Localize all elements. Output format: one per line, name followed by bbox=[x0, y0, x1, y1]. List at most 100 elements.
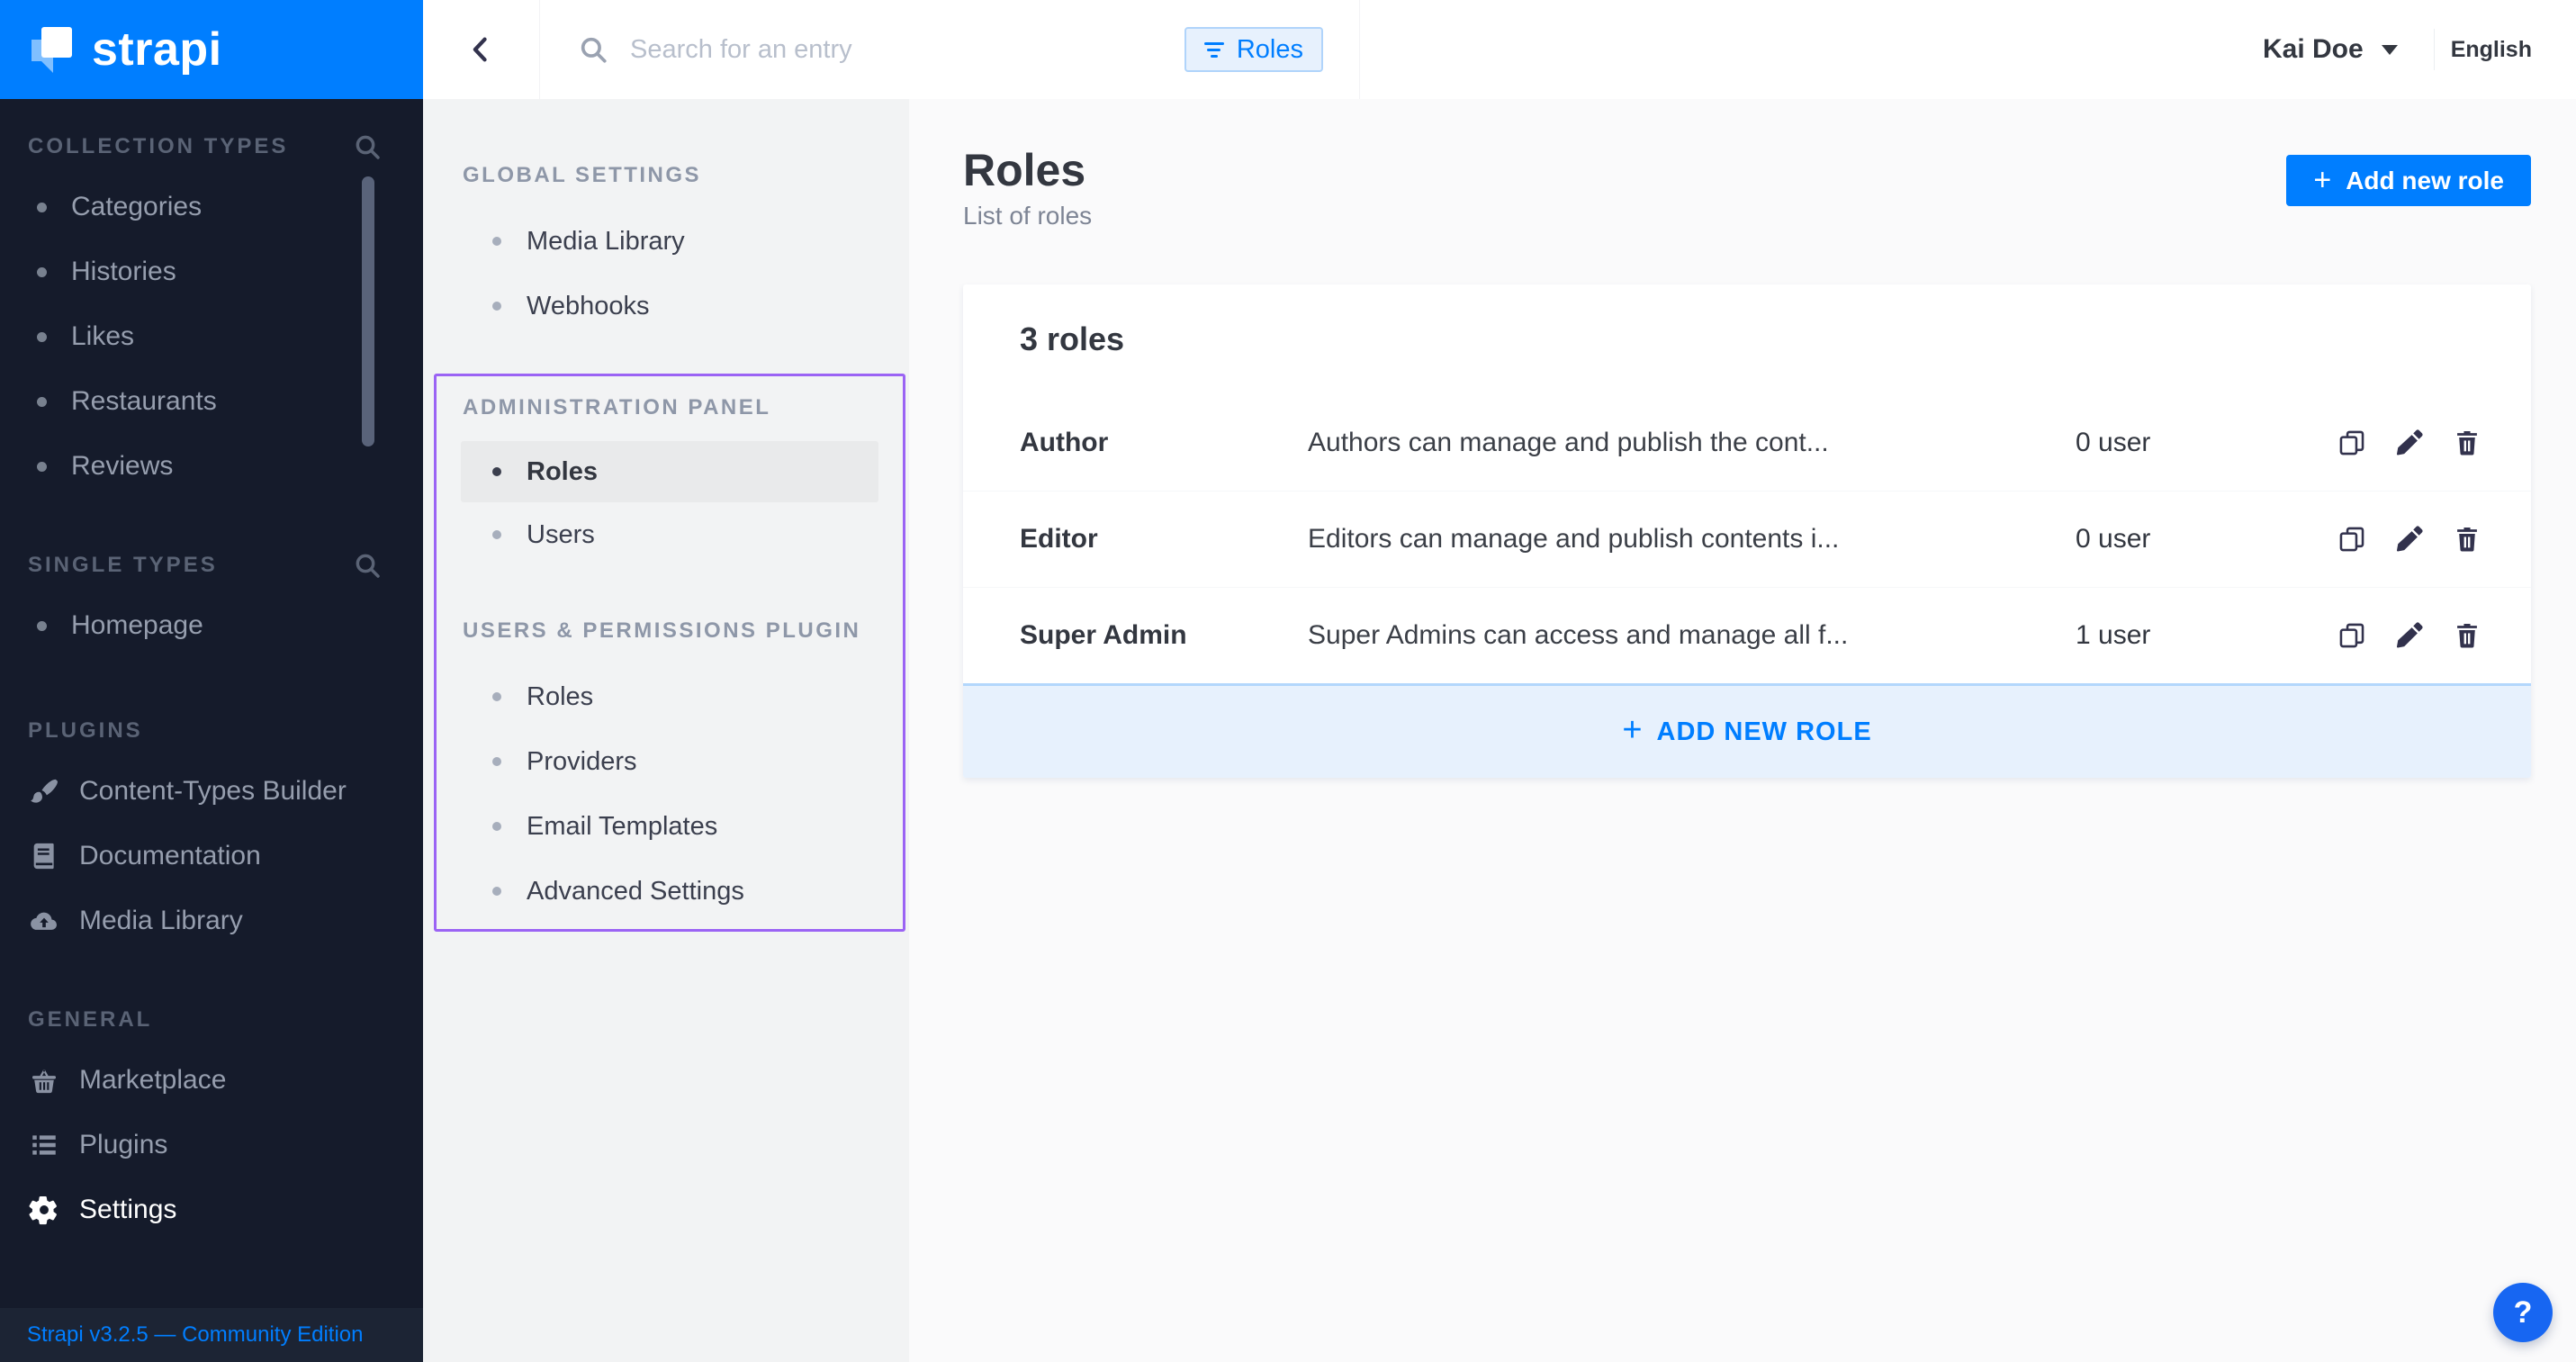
sidebar-item-marketplace[interactable]: Marketplace bbox=[0, 1048, 423, 1113]
settings-item-admin-users[interactable]: Users bbox=[437, 502, 903, 567]
sidebar-item-plugins[interactable]: Plugins bbox=[0, 1113, 423, 1177]
bullet-icon bbox=[37, 267, 47, 277]
back-button[interactable] bbox=[423, 0, 540, 99]
strapi-logo[interactable]: strapi bbox=[0, 0, 423, 99]
help-button[interactable]: ? bbox=[2493, 1283, 2553, 1342]
topbar-right: Kai Doe English bbox=[2263, 0, 2576, 99]
edit-icon[interactable] bbox=[2392, 426, 2427, 460]
strapi-logo-text: strapi bbox=[92, 23, 222, 77]
global-settings-header: GLOBAL SETTINGS bbox=[423, 162, 909, 189]
search-filter-tag[interactable]: Roles bbox=[1184, 27, 1323, 72]
add-new-role-label: Add new role bbox=[2346, 167, 2504, 195]
settings-item-label: Roles bbox=[527, 457, 598, 487]
section-general: GENERAL Marketplace Plugins Settings bbox=[0, 1006, 423, 1242]
sidebar-item-label: Content-Types Builder bbox=[79, 776, 347, 807]
row-actions bbox=[2335, 426, 2484, 460]
edit-icon[interactable] bbox=[2392, 522, 2427, 556]
basket-icon bbox=[27, 1063, 61, 1097]
search-input[interactable] bbox=[630, 35, 1184, 65]
bullet-icon bbox=[492, 237, 501, 246]
settings-item-up-roles[interactable]: Roles bbox=[437, 664, 903, 729]
row-actions bbox=[2335, 522, 2484, 556]
settings-item-providers[interactable]: Providers bbox=[437, 729, 903, 794]
page-subtitle: List of roles bbox=[963, 202, 1092, 230]
bullet-icon bbox=[492, 530, 501, 539]
delete-icon[interactable] bbox=[2450, 522, 2484, 556]
duplicate-icon[interactable] bbox=[2335, 426, 2369, 460]
user-menu[interactable]: Kai Doe bbox=[2263, 34, 2398, 65]
content-row: GLOBAL SETTINGS Media Library Webhooks A… bbox=[423, 99, 2576, 1362]
table-row[interactable]: Author Authors can manage and publish th… bbox=[963, 394, 2531, 491]
sidebar-item-content-types-builder[interactable]: Content-Types Builder bbox=[0, 759, 423, 824]
table-row[interactable]: Super Admin Super Admins can access and … bbox=[963, 587, 2531, 683]
cloud-upload-icon bbox=[27, 904, 61, 938]
bullet-icon bbox=[492, 887, 501, 896]
sidebar-item-settings[interactable]: Settings bbox=[0, 1177, 423, 1242]
sidebar-scrollbar[interactable] bbox=[362, 176, 374, 446]
edit-icon[interactable] bbox=[2392, 618, 2427, 653]
single-types-title: SINGLE TYPES bbox=[28, 553, 218, 578]
bullet-icon bbox=[492, 757, 501, 766]
users-permissions-plugin-header: USERS & PERMISSIONS PLUGIN bbox=[437, 618, 903, 645]
add-new-role-button[interactable]: + Add new role bbox=[2286, 155, 2531, 206]
sidebar-item-label: Restaurants bbox=[71, 386, 217, 417]
role-name: Editor bbox=[1020, 524, 1308, 555]
paintbrush-icon bbox=[27, 774, 61, 808]
page-header: Roles List of roles + Add new role bbox=[963, 146, 2531, 230]
duplicate-icon[interactable] bbox=[2335, 522, 2369, 556]
general-title: GENERAL bbox=[28, 1007, 152, 1033]
settings-item-label: Providers bbox=[527, 747, 637, 777]
section-plugins: PLUGINS Content-Types Builder Documentat… bbox=[0, 717, 423, 953]
delete-icon[interactable] bbox=[2450, 618, 2484, 653]
bullet-icon bbox=[37, 203, 47, 212]
chevron-left-icon bbox=[466, 32, 497, 67]
sidebar-item-restaurants[interactable]: Restaurants bbox=[0, 369, 423, 434]
roles-count: 3 roles bbox=[963, 284, 2531, 394]
table-row[interactable]: Editor Editors can manage and publish co… bbox=[963, 491, 2531, 587]
settings-item-label: Advanced Settings bbox=[527, 877, 744, 906]
bullet-icon bbox=[37, 462, 47, 472]
role-description: Super Admins can access and manage all f… bbox=[1308, 620, 2076, 651]
strapi-version-link[interactable]: Strapi v3.2.5 — Community Edition bbox=[27, 1322, 364, 1348]
sidebar-item-categories[interactable]: Categories bbox=[0, 175, 423, 239]
role-name: Author bbox=[1020, 428, 1308, 458]
duplicate-icon[interactable] bbox=[2335, 618, 2369, 653]
topbar: Roles Kai Doe English bbox=[423, 0, 2576, 99]
sidebar-item-label: Plugins bbox=[79, 1130, 167, 1160]
sidebar-item-documentation[interactable]: Documentation bbox=[0, 824, 423, 888]
role-users-count: 0 user bbox=[2076, 428, 2335, 458]
settings-item-admin-roles[interactable]: Roles bbox=[461, 441, 878, 502]
sidebar-item-histories[interactable]: Histories bbox=[0, 239, 423, 304]
settings-item-advanced-settings[interactable]: Advanced Settings bbox=[437, 859, 903, 924]
add-new-role-footer-button[interactable]: + ADD NEW ROLE bbox=[963, 683, 2531, 778]
sidebar-item-label: Categories bbox=[71, 192, 202, 222]
bullet-icon bbox=[492, 467, 501, 476]
settings-item-label: Users bbox=[527, 520, 595, 550]
language-selector[interactable]: English bbox=[2451, 37, 2532, 63]
sidebar-item-reviews[interactable]: Reviews bbox=[0, 434, 423, 499]
strapi-logo-icon bbox=[27, 25, 74, 74]
plugins-title: PLUGINS bbox=[28, 718, 143, 744]
right-column: Roles Kai Doe English GLOBAL SETTINGS Me… bbox=[423, 0, 2576, 1362]
role-description: Authors can manage and publish the cont.… bbox=[1308, 428, 2076, 458]
bullet-icon bbox=[37, 397, 47, 407]
search-icon[interactable] bbox=[353, 551, 382, 580]
settings-item-media-library[interactable]: Media Library bbox=[423, 209, 909, 274]
sidebar-item-label: Documentation bbox=[79, 841, 261, 871]
delete-icon[interactable] bbox=[2450, 426, 2484, 460]
settings-item-webhooks[interactable]: Webhooks bbox=[423, 274, 909, 338]
sidebar-item-media-library[interactable]: Media Library bbox=[0, 888, 423, 953]
roles-card: 3 roles Author Authors can manage and pu… bbox=[963, 284, 2531, 778]
sidebar-item-label: Settings bbox=[79, 1195, 176, 1225]
search-icon[interactable] bbox=[353, 132, 382, 161]
filter-tag-label: Roles bbox=[1237, 35, 1303, 65]
sidebar-item-label: Histories bbox=[71, 257, 176, 287]
user-name: Kai Doe bbox=[2263, 34, 2364, 65]
sidebar-item-label: Homepage bbox=[71, 610, 203, 641]
add-new-role-footer-label: ADD NEW ROLE bbox=[1657, 717, 1872, 747]
roles-list: Author Authors can manage and publish th… bbox=[963, 394, 2531, 683]
settings-item-email-templates[interactable]: Email Templates bbox=[437, 794, 903, 859]
sidebar-item-likes[interactable]: Likes bbox=[0, 304, 423, 369]
collection-types-title: COLLECTION TYPES bbox=[28, 134, 288, 159]
sidebar-item-homepage[interactable]: Homepage bbox=[0, 593, 423, 658]
